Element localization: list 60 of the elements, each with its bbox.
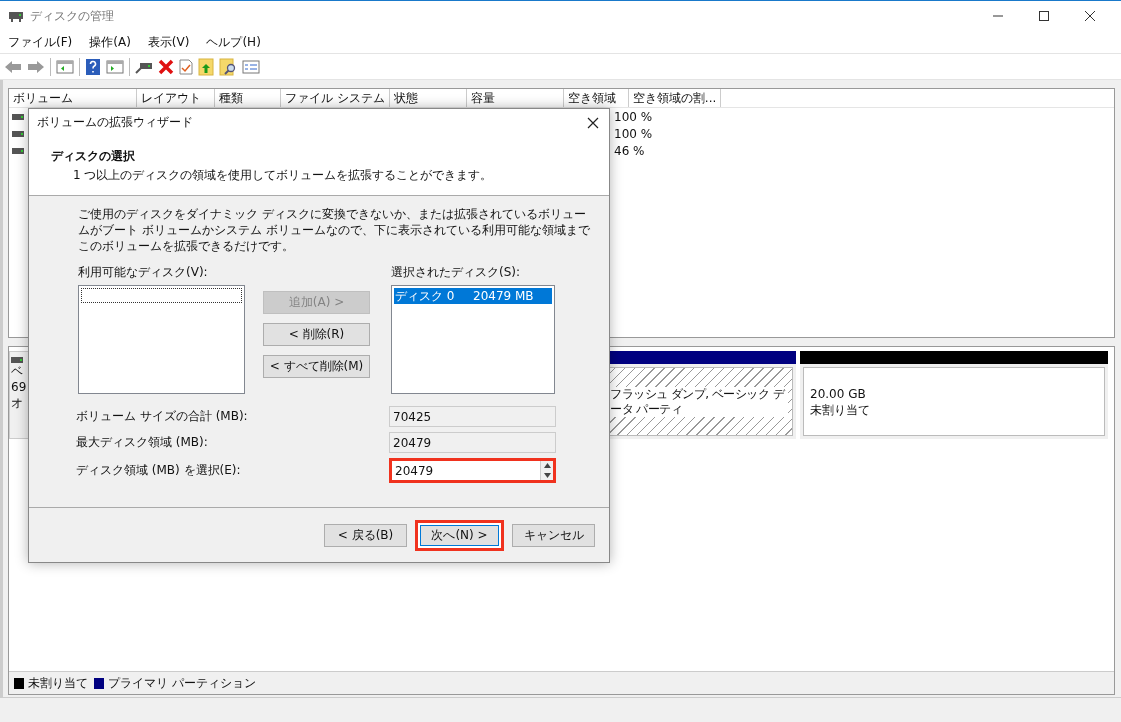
list-label: 選択されたディスク(S):: [391, 264, 522, 281]
menu-item[interactable]: 操作(A): [89, 33, 131, 51]
selected-disks-list[interactable]: ディスク 0 20479 MB: [391, 285, 555, 394]
back-arrow-icon[interactable]: [4, 58, 22, 75]
spin-down-icon[interactable]: [543, 472, 551, 478]
checklist-icon[interactable]: [179, 58, 193, 75]
move-button[interactable]: < 削除(R): [263, 323, 370, 346]
available-disks-list[interactable]: [78, 285, 245, 394]
field-label: ディスク領域 (MB) を選択(E):: [76, 462, 241, 479]
delete-icon[interactable]: [158, 58, 174, 75]
wizard-button[interactable]: < 戻る(B): [324, 523, 407, 547]
partition-text: フラッシュ ダンプ, ベーシック データ パーティ: [610, 386, 788, 417]
menu-item[interactable]: ヘルプ(H): [206, 33, 261, 51]
window-title: ディスクの管理: [30, 7, 114, 25]
column-header[interactable]: レイアウト: [137, 89, 215, 107]
column-header[interactable]: 容量: [466, 89, 564, 107]
column-header[interactable]: 状態: [389, 89, 467, 107]
readonly-field[interactable]: 70425: [389, 406, 556, 427]
column-header[interactable]: 種類: [215, 89, 281, 107]
move-button[interactable]: < すべて削除(M): [263, 355, 370, 378]
description-text: ご使用のディスクをダイナミック ディスクに変換できないか、または拡張されているボリュームがブート ボリュームかシステム ボリュームなので、下に表示されている利用可能な領域までこのボリュームを拡張できるだけです。: [78, 206, 591, 254]
page-subheading: 1 つ以上のディスクの領域を使用してボリュームを拡張することができます。: [72, 167, 494, 184]
spin-up-icon[interactable]: [543, 463, 551, 469]
maximize-icon[interactable]: [1038, 10, 1050, 22]
disk-info-text: ベ: [11, 364, 23, 379]
list-label: 利用可能なディスク(V):: [78, 264, 209, 281]
disk-info-text: 69: [11, 380, 27, 395]
wizard-button[interactable]: キャンセル: [512, 523, 595, 547]
field-label: ボリューム サイズの合計 (MB):: [76, 408, 248, 425]
close-icon[interactable]: [1084, 10, 1096, 22]
table-cell-text: 46 %: [614, 143, 646, 158]
help-icon[interactable]: [85, 57, 101, 76]
spin-field[interactable]: 20479: [389, 458, 556, 483]
field-label: 最大ディスク領域 (MB):: [76, 434, 208, 451]
menu-item[interactable]: 表示(V): [147, 33, 190, 51]
column-header[interactable]: ボリューム: [9, 89, 137, 107]
column-header[interactable]: ファイル システム: [281, 89, 390, 107]
partition-block[interactable]: 20.00 GB 未割り当て: [800, 351, 1108, 439]
legend-label: 未割り当て: [28, 674, 88, 692]
drive-icon: [12, 130, 24, 137]
legend-label: プライマリ パーティション: [108, 674, 256, 692]
list-item[interactable]: ディスク 0 20479 MB: [394, 288, 552, 304]
page-heading: ディスクの選択: [51, 148, 136, 165]
close-icon[interactable]: [587, 116, 599, 129]
column-header[interactable]: 空き領域: [563, 89, 629, 107]
drive-icon: [11, 357, 23, 363]
table-cell-text: 100 %: [614, 126, 654, 141]
dialog-title: ボリュームの拡張ウィザード: [37, 114, 193, 131]
wizard-button[interactable]: 次へ(N) >: [415, 519, 504, 551]
table-cell-text: 100 %: [614, 109, 654, 124]
menu-item[interactable]: ファイル(F): [8, 33, 73, 51]
disk-drive-icon: [8, 9, 24, 23]
disk-info-text: オ: [11, 396, 23, 411]
forward-arrow-icon[interactable]: [27, 58, 45, 75]
drive-icon: [12, 113, 24, 120]
folder-up-icon[interactable]: [198, 57, 214, 76]
column-header[interactable]: 空き領域の割...: [628, 89, 722, 107]
readonly-field[interactable]: 20479: [389, 432, 556, 453]
folder-search-icon[interactable]: [219, 57, 237, 76]
drive-icon: [12, 147, 24, 154]
